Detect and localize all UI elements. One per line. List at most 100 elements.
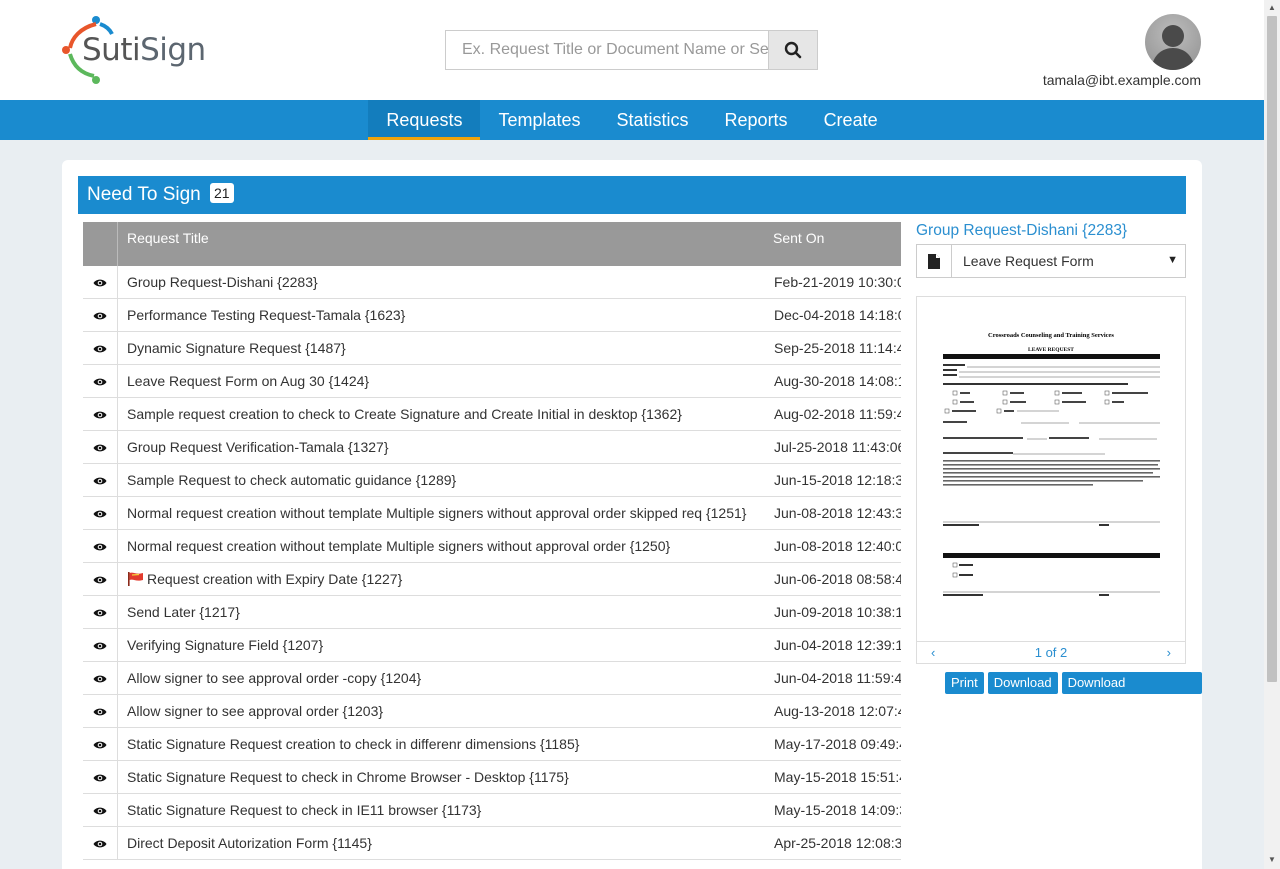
request-title-cell[interactable]: Sample Request to check automatic guidan… — [127, 472, 767, 488]
view-eye-icon[interactable] — [83, 365, 118, 398]
document-select[interactable]: Leave Request Form ▼ — [916, 244, 1186, 278]
request-title-text: Normal request creation without template… — [127, 505, 747, 521]
table-row[interactable]: Static Signature Request creation to che… — [83, 728, 901, 761]
table-row[interactable]: Normal request creation without template… — [83, 530, 901, 563]
view-eye-icon[interactable] — [83, 332, 118, 365]
table-row[interactable]: Group Request Verification-Tamala {1327}… — [83, 431, 901, 464]
nav-statistics[interactable]: Statistics — [599, 100, 707, 140]
table-row[interactable]: Send Later {1217} Jun-09-2018 10:38:18 — [83, 596, 901, 629]
nav-create[interactable]: Create — [806, 100, 896, 140]
page-indicator: 1 of 2 — [1034, 645, 1068, 660]
view-eye-icon[interactable] — [83, 695, 118, 728]
count-badge: 21 — [210, 183, 234, 203]
table-row[interactable]: Static Signature Request to check in Chr… — [83, 761, 901, 794]
search-input[interactable] — [446, 31, 769, 69]
request-title-cell[interactable]: Send Later {1217} — [127, 604, 767, 620]
app-header: SutiSign tamala@ibt.example.com — [0, 0, 1264, 100]
request-title-cell[interactable]: Allow signer to see approval order -copy… — [127, 670, 767, 686]
download-transaction-button[interactable]: Download Transaction — [1061, 672, 1202, 712]
scroll-up-icon[interactable]: ▲ — [1268, 3, 1276, 12]
sent-on-cell: Aug-02-2018 11:59:41 — [774, 406, 901, 422]
request-title-text: Request creation with Expiry Date {1227} — [147, 571, 403, 587]
view-eye-icon[interactable] — [83, 563, 118, 596]
view-eye-icon[interactable] — [83, 464, 118, 497]
request-title-cell[interactable]: Group Request-Dishani {2283} — [127, 274, 767, 290]
main-nav: Requests Templates Statistics Reports Cr… — [0, 100, 1264, 140]
request-title-text: Sample Request to check automatic guidan… — [127, 472, 457, 488]
table-row[interactable]: Normal request creation without template… — [83, 497, 901, 530]
request-title-text: Performance Testing Request-Tamala {1623… — [127, 307, 406, 323]
table-row[interactable]: Sample request creation to check to Crea… — [83, 398, 901, 431]
nav-requests[interactable]: Requests — [368, 100, 481, 140]
view-eye-icon[interactable] — [83, 497, 118, 530]
header-sent-on[interactable]: Sent On — [773, 230, 824, 246]
request-title-cell[interactable]: Normal request creation without template… — [127, 505, 767, 521]
view-eye-icon[interactable] — [83, 794, 118, 827]
table-row[interactable]: Static Signature Request to check in IE1… — [83, 794, 901, 827]
user-email[interactable]: tamala@ibt.example.com — [1043, 72, 1201, 88]
sent-on-cell: Jul-25-2018 11:43:06 — [774, 439, 901, 455]
view-eye-icon[interactable] — [83, 629, 118, 662]
request-title-cell[interactable]: Static Signature Request to check in IE1… — [127, 802, 767, 818]
request-title-text: Direct Deposit Autorization Form {1145} — [127, 835, 372, 851]
view-eye-icon[interactable] — [83, 431, 118, 464]
sutisign-logo[interactable]: SutiSign — [60, 14, 206, 86]
request-title-cell[interactable]: Group Request Verification-Tamala {1327} — [127, 439, 767, 455]
sent-on-cell: Apr-25-2018 12:08:31 — [774, 835, 901, 851]
request-title-cell[interactable]: Request creation with Expiry Date {1227} — [127, 571, 767, 589]
table-row[interactable]: Verifying Signature Field {1207} Jun-04-2… — [83, 629, 901, 662]
print-button[interactable]: Print — [945, 672, 984, 694]
request-title-cell[interactable]: Sample request creation to check to Crea… — [127, 406, 767, 422]
expiry-flag-icon — [127, 572, 144, 589]
request-title-text: Sample request creation to check to Crea… — [127, 406, 682, 422]
header-request-title[interactable]: Request Title — [127, 230, 209, 246]
header-icon-column — [83, 222, 118, 266]
view-eye-icon[interactable] — [83, 761, 118, 794]
request-title-cell[interactable]: Dynamic Signature Request {1487} — [127, 340, 767, 356]
search-icon — [784, 41, 802, 59]
nav-templates[interactable]: Templates — [480, 100, 598, 140]
table-row[interactable]: Leave Request Form on Aug 30 {1424} Aug-3… — [83, 365, 901, 398]
table-row[interactable]: Group Request-Dishani {2283} Feb-21-2019 … — [83, 266, 901, 299]
view-eye-icon[interactable] — [83, 299, 118, 332]
user-avatar-icon — [1151, 25, 1195, 70]
table-row[interactable]: Allow signer to see approval order {1203… — [83, 695, 901, 728]
scroll-thumb[interactable] — [1267, 16, 1277, 682]
request-title-cell[interactable]: Normal request creation without template… — [127, 538, 767, 554]
table-row[interactable]: Dynamic Signature Request {1487} Sep-25-2… — [83, 332, 901, 365]
table-row[interactable]: Direct Deposit Autorization Form {1145} A… — [83, 827, 901, 860]
view-eye-icon[interactable] — [83, 662, 118, 695]
view-eye-icon[interactable] — [83, 530, 118, 563]
table-row[interactable]: Sample Request to check automatic guidan… — [83, 464, 901, 497]
view-eye-icon[interactable] — [83, 266, 118, 299]
request-title-cell[interactable]: Direct Deposit Autorization Form {1145} — [127, 835, 767, 851]
sent-on-cell: May-15-2018 15:51:46 — [774, 769, 901, 785]
table-row[interactable]: Request creation with Expiry Date {1227}… — [83, 563, 901, 596]
view-eye-icon[interactable] — [83, 827, 118, 860]
request-title-text: Static Signature Request to check in IE1… — [127, 802, 482, 818]
sent-on-cell: Feb-21-2019 10:30:02 — [774, 274, 901, 290]
search-button[interactable] — [768, 31, 817, 69]
nav-reports[interactable]: Reports — [707, 100, 806, 140]
request-title-cell[interactable]: Static Signature Request creation to che… — [127, 736, 767, 752]
request-title-cell[interactable]: Allow signer to see approval order {1203… — [127, 703, 767, 719]
scroll-down-icon[interactable]: ▼ — [1268, 855, 1276, 864]
view-eye-icon[interactable] — [83, 728, 118, 761]
request-title-cell[interactable]: Leave Request Form on Aug 30 {1424} — [127, 373, 767, 389]
table-row[interactable]: Allow signer to see approval order -copy… — [83, 662, 901, 695]
request-title-cell[interactable]: Performance Testing Request-Tamala {1623… — [127, 307, 767, 323]
download-button[interactable]: Download — [987, 672, 1058, 694]
request-title-text: Allow signer to see approval order -copy… — [127, 670, 422, 686]
logo-text-sign: Sign — [140, 32, 206, 68]
sent-on-cell: Sep-25-2018 11:14:40 — [774, 340, 901, 356]
table-header: Request Title Sent On — [83, 222, 901, 266]
view-eye-icon[interactable] — [83, 398, 118, 431]
page-scrollbar[interactable]: ▲ ▼ — [1264, 0, 1280, 869]
view-eye-icon[interactable] — [83, 596, 118, 629]
preview-title[interactable]: Group Request-Dishani {2283} — [916, 222, 1127, 240]
avatar[interactable] — [1145, 14, 1201, 70]
chevron-right-icon[interactable]: › — [1167, 645, 1171, 660]
request-title-cell[interactable]: Static Signature Request to check in Chr… — [127, 769, 767, 785]
request-title-cell[interactable]: Verifying Signature Field {1207} — [127, 637, 767, 653]
table-row[interactable]: Performance Testing Request-Tamala {1623… — [83, 299, 901, 332]
